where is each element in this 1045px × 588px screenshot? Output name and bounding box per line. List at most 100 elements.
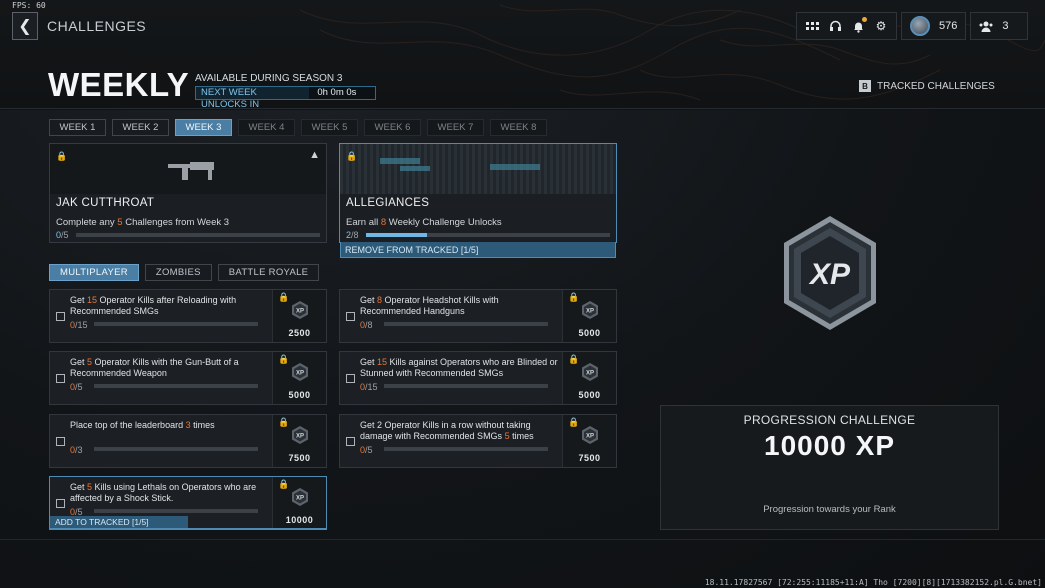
xp-reward: 🔒 XP 2500 <box>272 290 326 342</box>
back-button[interactable]: ❮ <box>12 12 38 40</box>
challenge-card[interactable]: Place top of the leaderboard 3 times 0/3… <box>49 414 327 468</box>
lock-icon: 🔒 <box>56 151 68 161</box>
build-string: 18.11.17827567 [72:255:11185+11:A] Tho [… <box>704 578 1042 587</box>
reward-card-jak-cutthroat[interactable]: 🔒 ▲ JAK CUTTHROAT Complete any 5 Challen… <box>49 143 327 243</box>
unlock-label: NEXT WEEK UNLOCKS IN <box>201 87 260 110</box>
xp-reward: 🔒 XP 7500 <box>272 415 326 467</box>
reward-progress-bar <box>366 233 610 237</box>
track-checkbox[interactable] <box>346 312 355 321</box>
xp-reward: 🔒 XP 7500 <box>562 415 616 467</box>
challenge-description: Get 15 Operator Kills after Reloading wi… <box>70 295 237 316</box>
challenge-progress-text: 0/5 <box>360 445 373 455</box>
track-checkbox[interactable] <box>346 374 355 383</box>
track-checkbox[interactable] <box>56 312 65 321</box>
lock-icon: 🔒 <box>568 417 580 427</box>
reward-progress-text: 2/8 <box>346 230 359 240</box>
challenge-progress-bar <box>94 322 258 326</box>
xp-token-icon: XP <box>582 363 598 381</box>
week-tabs: WEEK 1 WEEK 2 WEEK 3 WEEK 4 WEEK 5 WEEK … <box>49 119 547 136</box>
challenge-card[interactable]: Get 5 Operator Kills with the Gun-Butt o… <box>49 351 327 405</box>
lock-icon: 🔒 <box>278 292 290 302</box>
tab-zombies[interactable]: ZOMBIES <box>144 264 212 281</box>
challenge-progress-bar <box>94 447 258 451</box>
xp-reward: 🔒 XP 10000 <box>272 477 326 528</box>
tab-multiplayer[interactable]: MULTIPLAYER <box>49 264 139 281</box>
lock-icon: 🔒 <box>568 292 580 302</box>
xp-amount: 10000 <box>285 515 314 525</box>
challenge-card[interactable]: Get 15 Operator Kills after Reloading wi… <box>49 289 327 343</box>
tab-week-8[interactable]: WEEK 8 <box>490 119 547 136</box>
xp-amount: 5000 <box>578 328 601 338</box>
challenge-description: Get 5 Kills using Lethals on Operators w… <box>70 482 257 503</box>
remove-from-tracked-button[interactable]: REMOVE FROM TRACKED [1/5] <box>340 242 616 258</box>
svg-text:XP: XP <box>586 371 594 377</box>
xp-amount: 5000 <box>578 390 601 400</box>
tab-week-7[interactable]: WEEK 7 <box>427 119 484 136</box>
tracked-challenges-button[interactable]: B TRACKED CHALLENGES <box>859 80 995 92</box>
reward-name: JAK CUTTHROAT <box>56 197 155 209</box>
challenge-card[interactable]: Get 2 Operator Kills in a row without ta… <box>339 414 617 468</box>
xp-token-icon: XP <box>292 363 308 381</box>
xp-token-icon: XP <box>292 488 308 506</box>
challenge-progress-bar <box>384 384 548 388</box>
tab-battle-royale[interactable]: BATTLE ROYALE <box>217 264 320 281</box>
xp-token-icon: XP <box>582 301 598 319</box>
track-checkbox[interactable] <box>56 499 65 508</box>
challenge-card[interactable]: Get 15 Kills against Operators who are B… <box>339 351 617 405</box>
rank-emblem-icon <box>910 16 930 36</box>
hud-menu-group: ⚙ <box>796 12 897 40</box>
tab-week-3[interactable]: WEEK 3 <box>175 119 232 136</box>
svg-text:XP: XP <box>296 309 304 315</box>
reward-card-allegiances[interactable]: 🔒 ALLEGIANCES Earn all 8 Weekly Challeng… <box>339 143 617 258</box>
notification-bell-icon[interactable] <box>851 17 867 33</box>
tab-week-6[interactable]: WEEK 6 <box>364 119 421 136</box>
fps-counter: FPS: 60 <box>12 1 46 10</box>
challenge-progress-text: 0/5 <box>70 382 83 392</box>
challenge-description: Get 8 Operator Headshot Kills with Recom… <box>360 295 499 316</box>
page-title: WEEKLY <box>48 66 190 103</box>
challenge-card[interactable]: Get 8 Operator Headshot Kills with Recom… <box>339 289 617 343</box>
party-icon <box>979 19 993 33</box>
xp-token-icon: XP <box>292 301 308 319</box>
challenge-card[interactable]: Get 5 Kills using Lethals on Operators w… <box>49 476 327 530</box>
headset-icon[interactable] <box>828 19 842 33</box>
tab-week-1[interactable]: WEEK 1 <box>49 119 106 136</box>
lock-icon: 🔒 <box>568 354 580 364</box>
progression-panel: PROGRESSION CHALLENGE 10000 XP Progressi… <box>660 405 999 530</box>
reward-description: Earn all 8 Weekly Challenge Unlocks <box>346 217 502 228</box>
progression-title: PROGRESSION CHALLENGE <box>743 413 916 427</box>
challenge-description: Get 15 Kills against Operators who are B… <box>360 357 558 378</box>
tab-week-4[interactable]: WEEK 4 <box>238 119 295 136</box>
grid-icon[interactable] <box>805 19 819 33</box>
tab-week-2[interactable]: WEEK 2 <box>112 119 169 136</box>
key-hint: B <box>859 80 871 92</box>
challenge-description: Place top of the leaderboard 3 times <box>70 420 215 430</box>
party-display[interactable]: 3 <box>970 12 1029 40</box>
challenge-description: Get 2 Operator Kills in a row without ta… <box>360 420 534 441</box>
challenge-progress-text: 0/15 <box>360 382 378 392</box>
challenge-progress-text: 0/8 <box>360 320 373 330</box>
track-checkbox[interactable] <box>56 437 65 446</box>
gear-icon[interactable]: ⚙ <box>874 19 888 33</box>
reward-description: Complete any 5 Challenges from Week 3 <box>56 217 230 228</box>
rank-display[interactable]: 576 <box>901 12 967 40</box>
xp-amount: 2500 <box>288 328 311 338</box>
challenge-progress-bar <box>384 447 548 451</box>
party-count: 3 <box>1002 20 1009 32</box>
tab-week-5[interactable]: WEEK 5 <box>301 119 358 136</box>
reward-image <box>50 144 326 194</box>
add-to-tracked-button[interactable]: ADD TO TRACKED [1/5] <box>50 516 188 528</box>
track-checkbox[interactable] <box>346 437 355 446</box>
track-checkbox[interactable] <box>56 374 65 383</box>
notification-dot <box>862 17 867 22</box>
reward-progress-bar <box>76 233 320 237</box>
challenge-progress-bar <box>94 509 258 513</box>
reward-progress-text: 0/5 <box>56 230 69 240</box>
brand-logo-icon: ▲ <box>309 149 320 161</box>
lock-icon: 🔒 <box>278 417 290 427</box>
xp-amount: 5000 <box>288 390 311 400</box>
availability-text: AVAILABLE DURING SEASON 3 <box>195 73 343 84</box>
reward-image <box>340 144 616 194</box>
mode-tabs: MULTIPLAYER ZOMBIES BATTLE ROYALE <box>49 264 320 281</box>
challenge-progress-text: 0/15 <box>70 320 88 330</box>
